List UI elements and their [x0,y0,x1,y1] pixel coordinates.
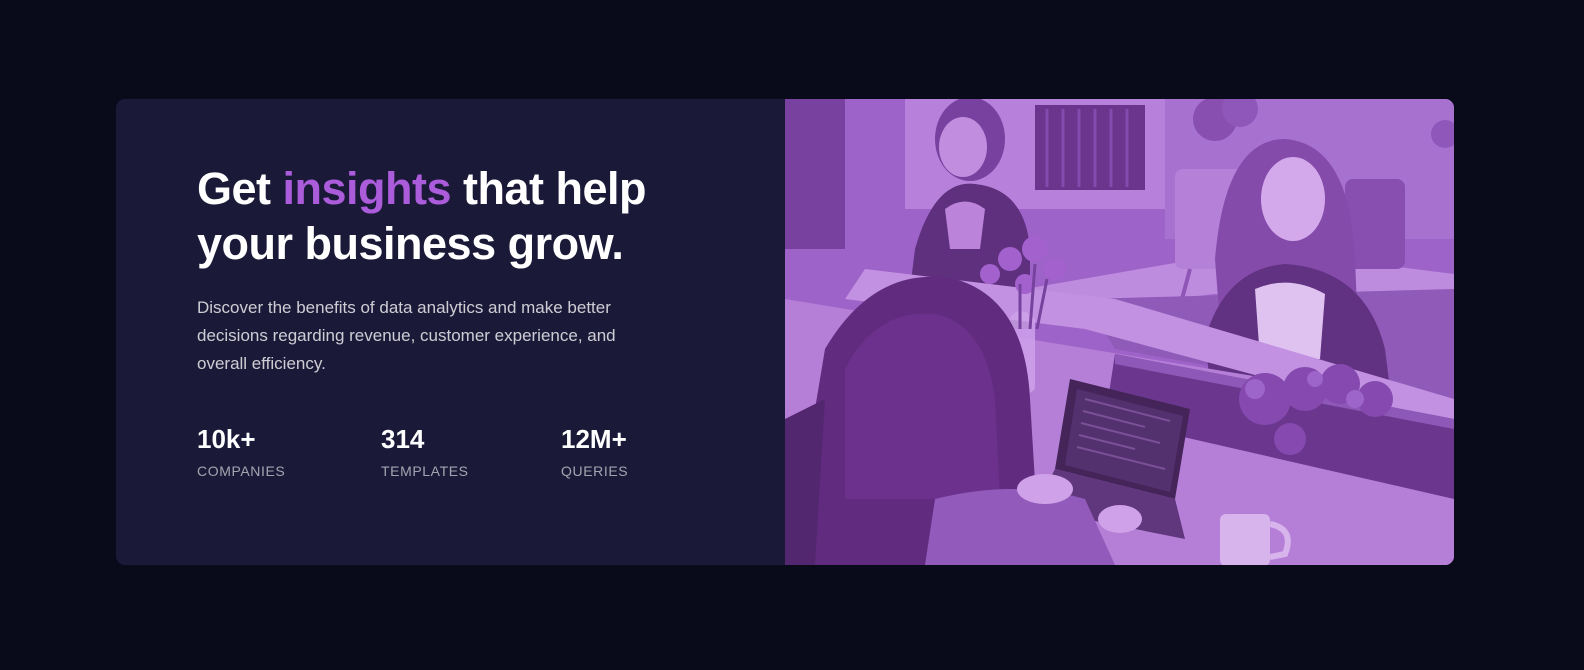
stat-label: TEMPLATES [381,463,469,479]
description: Discover the benefits of data analytics … [197,298,616,373]
stat-label: COMPANIES [197,463,286,479]
office-photo-illustration [785,99,1454,565]
stat-value: 10k+ [197,424,256,454]
headline-accent: insights [282,163,452,214]
stats-preview-card: Get insights that help your business gro… [116,99,1454,565]
stat-companies: 10k+ COMPANIES [197,422,381,480]
stat-label: QUERIES [561,463,629,479]
headline-before: Get [197,163,283,214]
card-content: Get insights that help your business gro… [116,99,785,565]
headline: Get insights that help your business gro… [197,161,717,271]
stat-value: 12M+ [561,424,627,454]
stat-value: 314 [381,424,425,454]
stats-row: 10k+ COMPANIES 314 TEMPLATES 12M+ QUERIE… [197,422,701,480]
office-team-photo [785,99,1454,565]
stat-templates: 314 TEMPLATES [381,422,561,480]
stat-queries: 12M+ QUERIES [561,422,701,480]
